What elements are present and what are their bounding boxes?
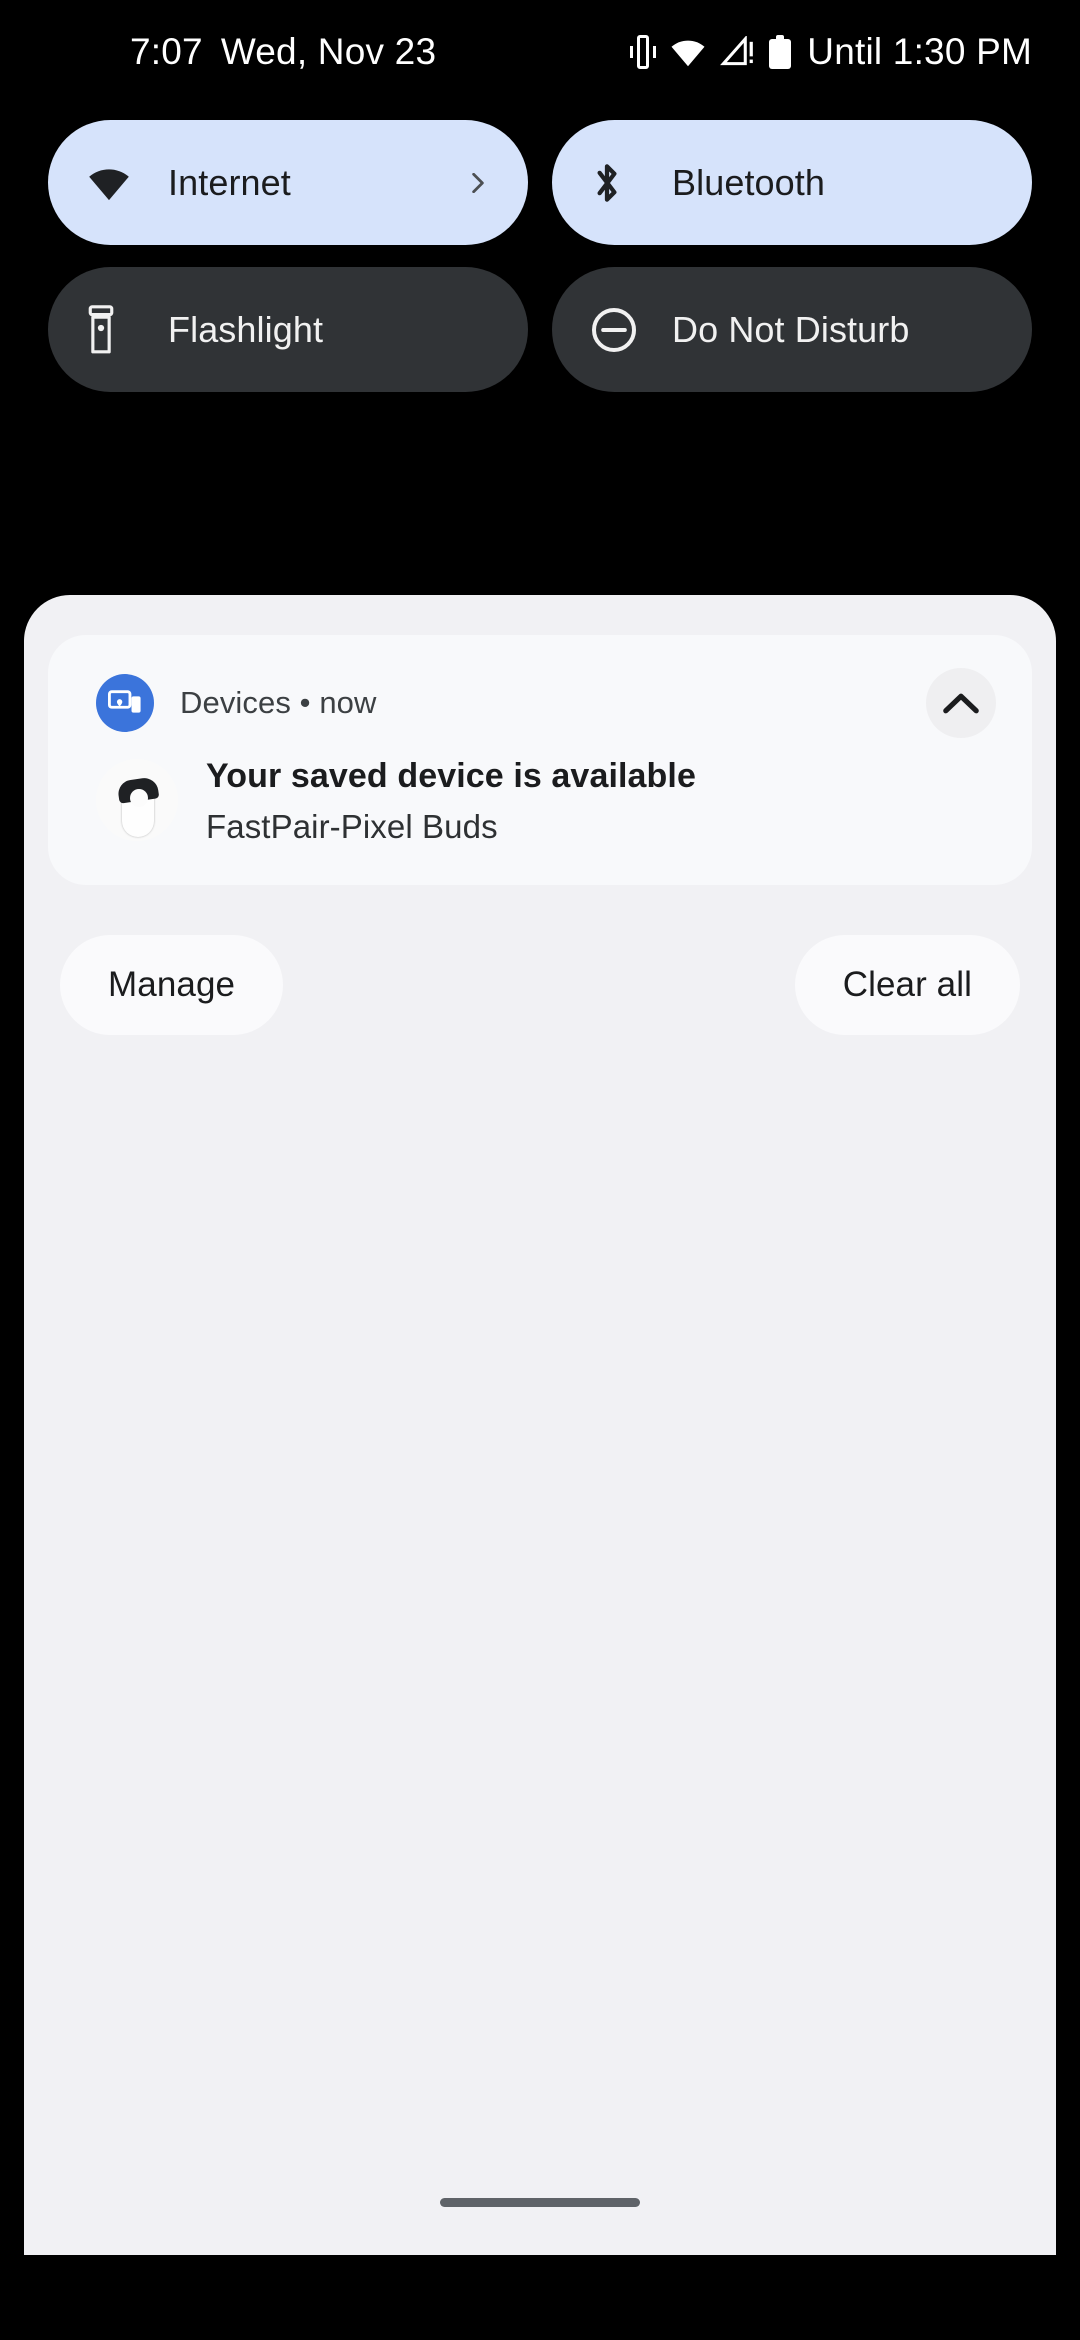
status-bar-left: 7:07 Wed, Nov 23 [130,31,436,73]
notification-subtitle: FastPair-Pixel Buds [206,808,498,845]
tile-flashlight[interactable]: Flashlight [48,267,528,392]
battery-estimate-label: Until 1:30 PM [807,31,1032,72]
status-bar: 7:07 Wed, Nov 23 Until 1:30 PM [0,0,1080,104]
notification-header: Devices • now [96,668,996,738]
wifi-icon [671,40,705,67]
flashlight-icon [86,304,138,355]
cellular-signal-alert-icon [720,36,754,66]
notification-title: Your saved device is available [206,757,696,795]
notification-card-devices[interactable]: Devices • now Your saved device is avail… [48,635,1032,885]
notification-shade: Devices • now Your saved device is avail… [24,595,1056,2255]
pixel-buds-case-icon [96,759,178,841]
bluetooth-icon [590,159,642,207]
tile-internet[interactable]: Internet [48,120,528,245]
battery-icon [769,35,792,69]
dnd-minus-circle-icon [590,306,642,354]
tile-internet-label: Internet [168,161,291,203]
status-bar-date: Wed, Nov 23 [220,31,437,72]
wifi-icon [86,165,138,201]
notification-collapse-button[interactable] [926,668,996,738]
quick-settings-row-1: Internet Bluetooth [0,120,1080,245]
manage-button[interactable]: Manage [60,935,284,1035]
notification-text-block: Your saved device is available FastPair-… [206,757,696,846]
tile-do-not-disturb[interactable]: Do Not Disturb [552,267,1032,392]
manage-button-label: Manage [108,965,236,1004]
chevron-right-icon[interactable] [468,172,488,193]
status-bar-right: Until 1:30 PM [630,0,1032,104]
tile-flashlight-label: Flashlight [168,308,324,350]
tile-bluetooth[interactable]: Bluetooth [552,120,1032,245]
notification-footer: Manage Clear all [60,935,1020,1035]
clear-all-button[interactable]: Clear all [794,935,1020,1035]
notification-source-label: Devices • now [180,685,377,720]
notification-body: Your saved device is available FastPair-… [96,757,996,846]
status-bar-clock: 7:07 [130,31,203,72]
tile-bluetooth-label: Bluetooth [672,161,826,203]
quick-settings-row-2: Flashlight Do Not Disturb [0,267,1080,392]
android-quick-settings-screen: 7:07 Wed, Nov 23 Until 1:30 PM Internet … [0,0,1080,2340]
tile-do-not-disturb-label: Do Not Disturb [672,308,910,350]
clear-all-button-label: Clear all [842,965,972,1004]
quick-settings-panel: Internet Bluetooth Flashlight Do Not Dis… [0,120,1080,414]
vibrate-icon [630,35,657,69]
home-gesture-bar[interactable] [440,2198,640,2207]
devices-icon [96,674,154,732]
chevron-up-icon [943,693,979,714]
